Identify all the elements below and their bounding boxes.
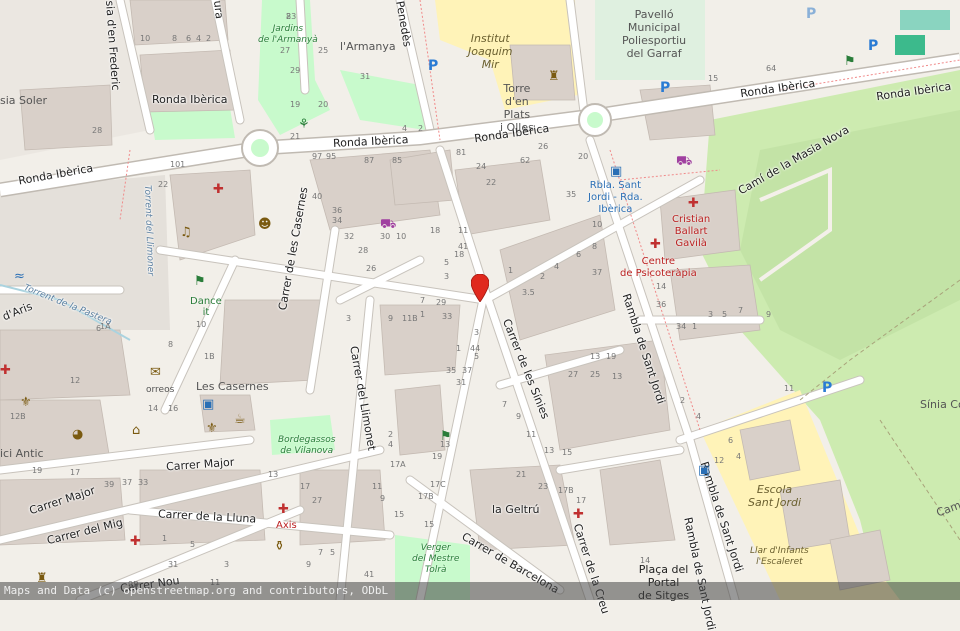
- temple-icon[interactable]: ⚜: [20, 396, 32, 409]
- bus-icon[interactable]: ▣: [202, 398, 214, 411]
- park-small-1: [150, 108, 235, 140]
- location-pin-icon[interactable]: [471, 274, 489, 302]
- post-office-icon[interactable]: ✉: [150, 366, 161, 379]
- theatre-icon[interactable]: ☻: [258, 218, 272, 231]
- parking-icon: P: [822, 380, 833, 396]
- parking-icon: P: [868, 38, 879, 54]
- art-icon[interactable]: ◕: [72, 428, 83, 441]
- monument-icon[interactable]: ⚱: [274, 540, 285, 553]
- pharmacy-icon[interactable]: ✚: [573, 508, 584, 521]
- music-icon[interactable]: ♫: [180, 226, 192, 239]
- townhall-icon[interactable]: ⌂: [132, 424, 140, 437]
- temple-icon[interactable]: ⚜: [206, 422, 218, 435]
- parking-icon: P: [806, 6, 817, 22]
- pitch-2: [900, 10, 950, 30]
- sports-icon[interactable]: ⚑: [440, 430, 452, 443]
- sports-icon[interactable]: ⚑: [194, 275, 206, 288]
- bar-icon[interactable]: ☕: [234, 413, 246, 426]
- shop-icon[interactable]: ⛟: [676, 155, 692, 168]
- park-bordegassos: [270, 415, 335, 455]
- pharmacy-icon[interactable]: ✚: [688, 197, 699, 210]
- map-attribution[interactable]: Maps and Data (c) openstreetmap.org and …: [0, 582, 960, 600]
- water-icon: ≈: [14, 269, 25, 284]
- monument-icon[interactable]: ♜: [548, 70, 560, 83]
- shop-icon[interactable]: ⛟: [380, 218, 396, 231]
- pharmacy-icon[interactable]: ✚: [130, 535, 141, 548]
- roundabout-west-center: [251, 139, 269, 157]
- pharmacy-icon[interactable]: ✚: [278, 503, 289, 516]
- sports-centre: [595, 0, 705, 80]
- pharmacy-icon[interactable]: ✚: [0, 364, 11, 377]
- pharmacy-icon[interactable]: ✚: [213, 183, 224, 196]
- pharmacy-icon[interactable]: ✚: [650, 238, 661, 251]
- pitch-1: [895, 35, 925, 55]
- parking-icon: P: [660, 80, 671, 96]
- parking-icon: P: [428, 58, 439, 74]
- residential-west-2: [0, 175, 170, 330]
- bus-stop-icon[interactable]: ▣: [698, 464, 710, 477]
- roundabout-east-center: [587, 112, 603, 128]
- bus-stop-icon[interactable]: ▣: [610, 165, 622, 178]
- sports-icon[interactable]: ⚑: [844, 55, 856, 68]
- playground-icon[interactable]: ⚘: [298, 118, 310, 131]
